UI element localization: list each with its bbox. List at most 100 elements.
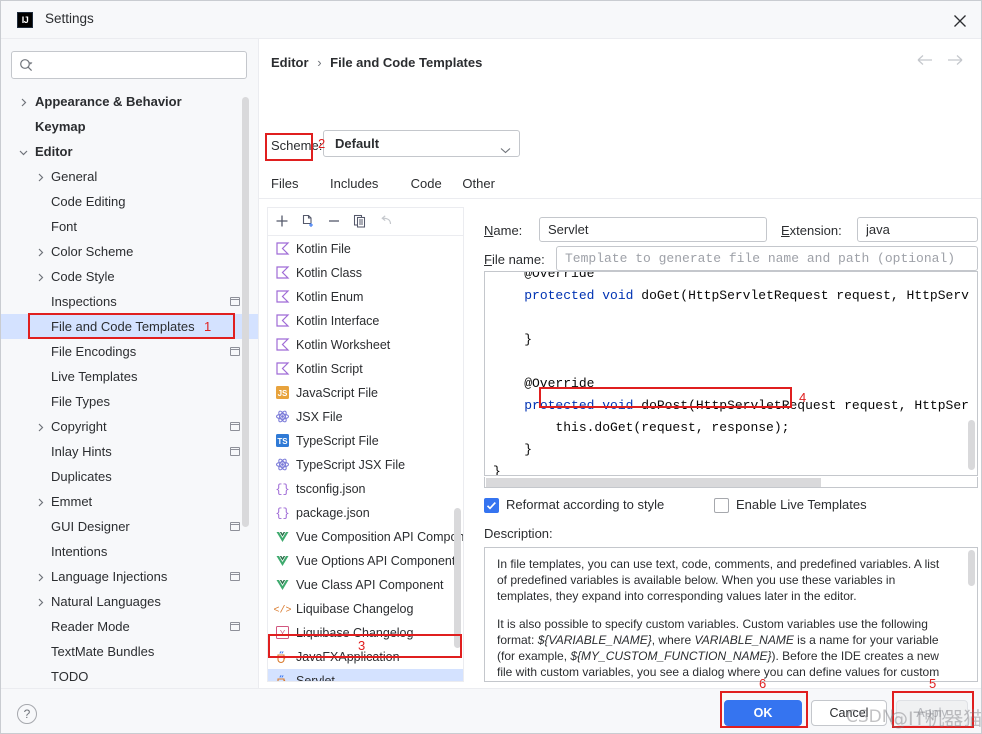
- sidebar-item-copyright[interactable]: Copyright: [1, 414, 258, 439]
- template-extension-input[interactable]: [857, 217, 978, 242]
- cancel-button[interactable]: Cancel: [811, 700, 887, 726]
- remove-template-button[interactable]: [326, 213, 346, 233]
- sidebar-item-appearance-behavior[interactable]: Appearance & Behavior: [1, 89, 258, 114]
- template-filename-input[interactable]: [556, 246, 978, 271]
- filelist-item[interactable]: TypeScript JSX File: [268, 453, 463, 477]
- help-button[interactable]: ?: [17, 704, 37, 724]
- vue-icon: [274, 577, 290, 593]
- sidebar-item-font[interactable]: Font: [1, 214, 258, 239]
- sidebar-item-gui-designer[interactable]: GUI Designer: [1, 514, 258, 539]
- check-icon: [486, 502, 496, 510]
- settings-dialog: IJ Settings Appearance & Behavior Keymap…: [0, 0, 982, 734]
- filelist-item[interactable]: JSX File: [268, 405, 463, 429]
- apply-button[interactable]: Apply: [896, 700, 968, 726]
- sidebar-item-reader-mode[interactable]: Reader Mode: [1, 614, 258, 639]
- filelist-item-label: Kotlin Interface: [296, 314, 380, 328]
- reset-template-button[interactable]: [378, 213, 398, 233]
- sidebar-item-duplicates[interactable]: Duplicates: [1, 464, 258, 489]
- sidebar-item-label: Editor: [35, 144, 73, 159]
- editor-horizontal-scrollbar[interactable]: [484, 477, 978, 488]
- filelist-item[interactable]: Kotlin File: [268, 237, 463, 261]
- sidebar-item-todo[interactable]: TODO: [1, 664, 258, 688]
- create-child-template-button[interactable]: [300, 213, 320, 233]
- filelist-item[interactable]: Kotlin Class: [268, 261, 463, 285]
- template-list-scrollbar[interactable]: [454, 508, 461, 648]
- chevron-right-icon[interactable]: [35, 421, 47, 433]
- filelist-item-label: Vue Class API Component: [296, 578, 444, 592]
- sidebar-item-label: Inlay Hints: [51, 444, 112, 459]
- sidebar-item-label: Natural Languages: [51, 594, 161, 609]
- copy-template-button[interactable]: [352, 213, 372, 233]
- filelist-item[interactable]: {} tsconfig.json: [268, 477, 463, 501]
- filelist-item[interactable]: Vue Class API Component: [268, 573, 463, 597]
- chevron-right-icon[interactable]: [35, 271, 47, 283]
- description-scrollbar[interactable]: [968, 550, 975, 586]
- sidebar-item-file-encodings[interactable]: File Encodings: [1, 339, 258, 364]
- forward-button[interactable]: [946, 53, 968, 73]
- tab-includes[interactable]: Includes: [330, 170, 378, 196]
- sidebar-item-editor[interactable]: Editor: [1, 139, 258, 164]
- sidebar-item-label: GUI Designer: [51, 519, 130, 534]
- template-code-editor[interactable]: @Override protected void doGet(HttpServl…: [484, 271, 978, 476]
- filelist-item[interactable]: Kotlin Interface: [268, 309, 463, 333]
- sidebar-item-general[interactable]: General: [1, 164, 258, 189]
- chevron-right-icon[interactable]: [35, 496, 47, 508]
- back-button[interactable]: [916, 53, 938, 73]
- tab-files[interactable]: Files: [271, 170, 298, 196]
- sidebar-item-code-editing[interactable]: Code Editing: [1, 189, 258, 214]
- sidebar-item-textmate-bundles[interactable]: TextMate Bundles: [1, 639, 258, 664]
- sidebar-item-intentions[interactable]: Intentions: [1, 539, 258, 564]
- chevron-right-icon[interactable]: [35, 246, 47, 258]
- chevron-right-icon[interactable]: [35, 571, 47, 583]
- filelist-item[interactable]: Y Liquibase Changelog: [268, 621, 463, 645]
- sidebar-item-inlay-hints[interactable]: Inlay Hints: [1, 439, 258, 464]
- reformat-checkbox[interactable]: [484, 498, 499, 513]
- sidebar-item-label: Live Templates: [51, 369, 138, 384]
- javascript-icon: JS: [274, 385, 290, 401]
- filelist-item[interactable]: JavaFXApplication: [268, 645, 463, 669]
- breadcrumb-parent[interactable]: Editor: [271, 55, 309, 70]
- search-box[interactable]: [11, 51, 247, 79]
- sidebar-item-keymap[interactable]: Keymap: [1, 114, 258, 139]
- filelist-item[interactable]: Kotlin Enum: [268, 285, 463, 309]
- filelist-item[interactable]: {} package.json: [268, 501, 463, 525]
- tab-code[interactable]: Code: [411, 170, 442, 196]
- description-box[interactable]: In file templates, you can use text, cod…: [484, 547, 978, 682]
- sidebar-item-natural-languages[interactable]: Natural Languages: [1, 589, 258, 614]
- editor-horizontal-scrollbar-thumb[interactable]: [486, 478, 821, 487]
- filelist-item[interactable]: JS JavaScript File: [268, 381, 463, 405]
- sidebar-item-inspections[interactable]: Inspections: [1, 289, 258, 314]
- sidebar-item-code-style[interactable]: Code Style: [1, 264, 258, 289]
- filelist-item[interactable]: </> Liquibase Changelog: [268, 597, 463, 621]
- templates-split-pane: Kotlin File Kotlin Class Kotlin Enum Kotlin…: [259, 199, 981, 688]
- sidebar-scrollbar[interactable]: [242, 97, 249, 527]
- filelist-item[interactable]: Kotlin Worksheet: [268, 333, 463, 357]
- chevron-right-icon[interactable]: [35, 171, 47, 183]
- description-text: In file templates, you can use text, cod…: [497, 556, 947, 681]
- chevron-right-icon[interactable]: [35, 596, 47, 608]
- sidebar-item-language-injections[interactable]: Language Injections: [1, 564, 258, 589]
- filelist-item[interactable]: Kotlin Script: [268, 357, 463, 381]
- sidebar-item-color-scheme[interactable]: Color Scheme: [1, 239, 258, 264]
- sidebar-item-file-and-code-templates[interactable]: File and Code Templates: [1, 314, 258, 339]
- add-template-button[interactable]: [274, 213, 294, 233]
- sidebar-item-live-templates[interactable]: Live Templates: [1, 364, 258, 389]
- sidebar-item-emmet[interactable]: Emmet: [1, 489, 258, 514]
- filelist-item[interactable]: Vue Composition API Component: [268, 525, 463, 549]
- reformat-checkbox-label[interactable]: Reformat according to style: [506, 497, 664, 512]
- chevron-right-icon[interactable]: [18, 96, 30, 108]
- sidebar-item-file-types[interactable]: File Types: [1, 389, 258, 414]
- scheme-dropdown[interactable]: Default: [323, 130, 520, 157]
- ok-button[interactable]: OK: [724, 700, 802, 726]
- filelist-item-servlet[interactable]: Servlet: [268, 669, 463, 681]
- tab-other[interactable]: Other: [462, 170, 495, 196]
- chevron-down-icon[interactable]: [18, 146, 30, 158]
- close-button[interactable]: [937, 1, 981, 38]
- filelist-item[interactable]: Vue Options API Component: [268, 549, 463, 573]
- template-name-input[interactable]: [539, 217, 767, 242]
- editor-vertical-scrollbar[interactable]: [968, 420, 975, 470]
- live-templates-checkbox-label[interactable]: Enable Live Templates: [736, 497, 867, 512]
- search-input[interactable]: [42, 52, 242, 78]
- live-templates-checkbox[interactable]: [714, 498, 729, 513]
- filelist-item[interactable]: TS TypeScript File: [268, 429, 463, 453]
